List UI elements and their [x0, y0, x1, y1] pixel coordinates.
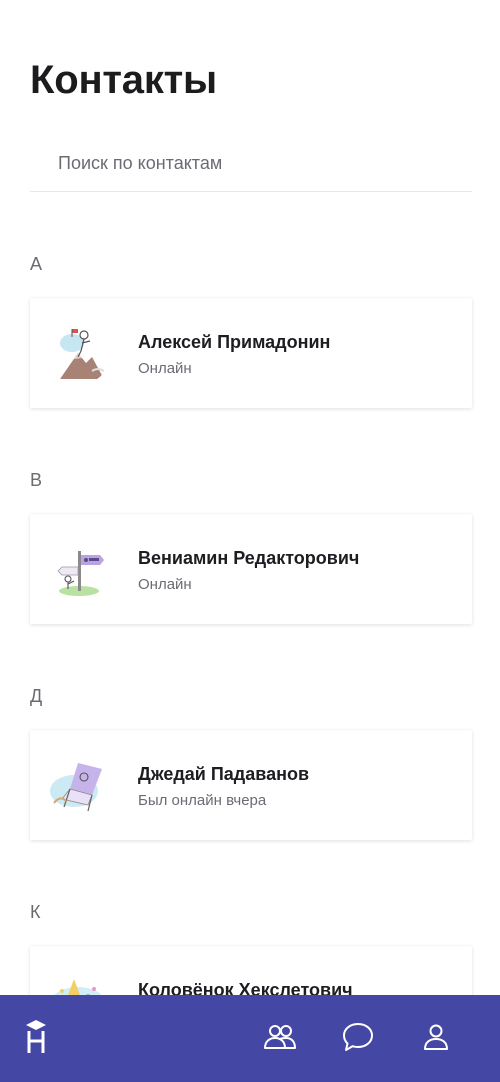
signpost-illustration	[48, 539, 110, 601]
home-button[interactable]	[16, 1017, 56, 1057]
search-input[interactable]	[58, 150, 458, 176]
contact-name: Алексей Примадонин	[138, 332, 331, 352]
avatar	[48, 539, 110, 601]
section-letter-d: Д	[30, 686, 43, 706]
section-letter-v: В	[30, 470, 43, 490]
beach-chair-illustration	[48, 755, 110, 817]
contacts-icon	[264, 1025, 296, 1049]
contact-card[interactable]: Джедай Падаванов Был онлайн вчера	[30, 730, 472, 840]
contact-card[interactable]: Вениамин Редакторович Онлайн	[30, 514, 472, 624]
profile-icon	[424, 1024, 448, 1050]
contact-status: Онлайн	[138, 576, 192, 593]
contact-status: Онлайн	[138, 360, 192, 377]
chats-button[interactable]	[338, 1017, 378, 1057]
section-letter-k: К	[30, 902, 41, 922]
contacts-button[interactable]	[260, 1017, 300, 1057]
avatar	[48, 755, 110, 817]
contact-name: Джедай Падаванов	[138, 764, 310, 784]
hexlet-logo-icon	[26, 1020, 46, 1053]
page-title: Контакты	[30, 58, 218, 102]
chat-bubble-icon	[343, 1023, 373, 1051]
contact-card[interactable]: Алексей Примадонин Онлайн	[30, 298, 472, 408]
bottom-nav-bar	[0, 995, 500, 1082]
mountain-climber-illustration	[48, 323, 110, 385]
profile-button[interactable]	[416, 1017, 456, 1057]
contact-name: Вениамин Редакторович	[138, 548, 360, 568]
avatar	[48, 323, 110, 385]
search-field[interactable]	[30, 140, 472, 192]
contact-status: Был онлайн вчера	[138, 792, 267, 809]
section-letter-a: А	[30, 254, 43, 274]
